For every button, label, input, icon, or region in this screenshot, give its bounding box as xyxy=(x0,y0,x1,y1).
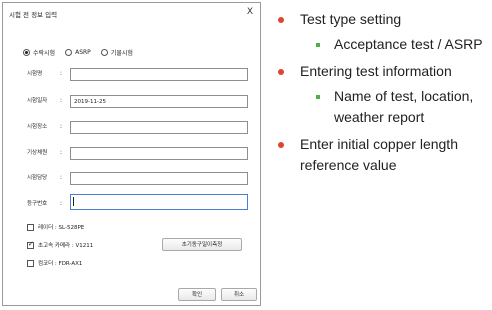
measure-initial-length-button[interactable]: 초기동구일이측정 xyxy=(162,238,242,251)
test-manager-input[interactable] xyxy=(70,172,248,185)
field-label-test-location: 시험장소 xyxy=(27,124,48,130)
field-colon: : xyxy=(60,70,63,77)
dialog-title: 시험 전 정보 입력 xyxy=(9,11,58,19)
green-bullet-icon xyxy=(316,43,320,47)
radio-asrp[interactable]: ASRP xyxy=(65,48,91,56)
field-colon: : xyxy=(60,174,63,181)
radio-equipment-test[interactable]: 기물시험 xyxy=(100,48,133,57)
ok-button[interactable]: 확인 xyxy=(178,288,216,301)
field-label-test-date: 시험일자 xyxy=(27,98,48,104)
bullet-text: Enter initial copper length xyxy=(300,136,458,152)
dialog-titlebar: 시험 전 정보 입력 X xyxy=(3,3,260,23)
test-date-input[interactable] xyxy=(70,95,248,108)
green-bullet-icon xyxy=(316,95,320,99)
radio-indicator[interactable] xyxy=(65,48,73,56)
radio-indicator[interactable] xyxy=(23,48,30,56)
field-label-weather: 기상체원 xyxy=(27,150,48,156)
weather-input[interactable] xyxy=(70,147,248,160)
checkbox-indicator[interactable] xyxy=(27,259,34,267)
equipment-number-input[interactable] xyxy=(70,194,248,210)
sub-bullet-text: Name of test, location, xyxy=(334,88,474,104)
field-colon: : xyxy=(60,149,63,156)
field-label-test-manager: 시험담당 xyxy=(27,175,48,181)
bullet-text-continued: reference value xyxy=(300,157,397,173)
test-name-input[interactable] xyxy=(70,68,248,81)
radio-indicator[interactable] xyxy=(100,48,108,56)
bullet-text: Entering test information xyxy=(300,63,452,79)
text-caret xyxy=(73,197,74,206)
field-colon: : xyxy=(60,123,63,130)
radio-label: 수락시험 xyxy=(33,49,56,57)
cancel-button[interactable]: 취소 xyxy=(221,288,257,301)
bullet-text: Test type setting xyxy=(300,11,402,27)
check-label: 레이더 : SL-528PE xyxy=(38,225,85,231)
close-button[interactable]: X xyxy=(244,6,256,18)
radio-label: 기물시험 xyxy=(110,49,133,57)
checkbox-indicator[interactable] xyxy=(27,223,34,231)
checkbox-indicator[interactable] xyxy=(27,240,34,249)
check-label: 초고속 카메라 : V1211 xyxy=(38,243,94,249)
check-camcorder[interactable]: 컴코더 : FDR-AX1 xyxy=(27,258,82,268)
radio-acceptance-test[interactable]: 수락시험 xyxy=(23,48,55,57)
test-type-radio-group: 수락시험 ASRP 기물시험 xyxy=(23,46,143,58)
radio-label: ASRP xyxy=(75,48,91,56)
check-label: 컴코더 : FDR-AX1 xyxy=(38,261,83,267)
red-bullet-icon xyxy=(278,17,284,23)
field-label-equipment-number: 등구번호 xyxy=(27,201,48,207)
sub-bullet-text: Acceptance test / ASRP xyxy=(334,36,483,52)
field-label-test-name: 시험명 xyxy=(27,71,43,77)
sub-bullet-text-continued: weather report xyxy=(334,109,425,125)
red-bullet-icon xyxy=(278,142,284,148)
test-info-dialog: 시험 전 정보 입력 X 수락시험 ASRP 기물시험 시험명 : 시험일자 :… xyxy=(2,2,261,306)
field-colon: : xyxy=(60,97,63,104)
test-location-input[interactable] xyxy=(70,121,248,134)
check-radar[interactable]: 레이더 : SL-528PE xyxy=(27,222,84,232)
red-bullet-icon xyxy=(278,69,284,75)
check-highspeed-camera[interactable]: 초고속 카메라 : V1211 xyxy=(27,240,93,250)
field-colon: : xyxy=(60,200,63,207)
